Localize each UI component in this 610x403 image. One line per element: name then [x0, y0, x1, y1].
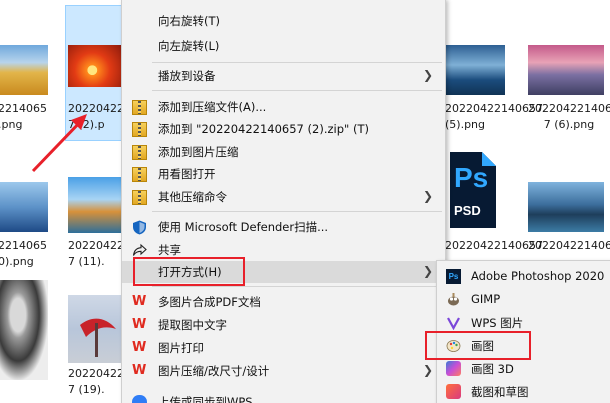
menu-item-add-to-archive[interactable]: 添加到压缩文件(A)... [122, 96, 445, 118]
menu-item-other-compress[interactable]: 其他压缩命令 ❯ [122, 186, 445, 208]
menu-item-rotate-right[interactable]: 向右旋转(T) [122, 10, 445, 32]
chevron-right-icon: ❯ [422, 68, 433, 82]
ps-logo-text: Ps [454, 162, 489, 193]
menu-item-label: 多图片合成PDF文档 [158, 295, 261, 309]
file-thumbnail-sea[interactable] [445, 45, 505, 95]
menu-item-image-compress[interactable]: 添加到图片压缩 [122, 141, 445, 163]
shield-icon [132, 220, 147, 235]
menu-item-add-to-zip[interactable]: 添加到 "20220422140657 (2).zip" (T) [122, 118, 445, 140]
annotation-arrow [31, 114, 87, 173]
file-thumbnail-sunset[interactable] [68, 45, 122, 87]
archive-icon [132, 122, 147, 137]
archive-icon [132, 100, 147, 115]
menu-item-label: 用看图打开 [158, 167, 216, 181]
file-thumbnail-portrait[interactable] [0, 280, 48, 380]
file-name[interactable]: 20220422140657 [445, 238, 543, 254]
archive-icon [132, 145, 147, 160]
menu-item-label: 播放到设备 [158, 69, 216, 83]
menu-item-merge-pdf[interactable]: W 多图片合成PDF文档 [122, 291, 445, 313]
paint-3d-icon [446, 361, 461, 376]
menu-item-extract-text[interactable]: W 提取图中文字 [122, 314, 445, 336]
file-thumbnail-coast[interactable] [528, 45, 604, 95]
menu-item-label: 其他压缩命令 [158, 190, 227, 204]
photoshop-icon: Ps [446, 269, 461, 284]
menu-item-label: 添加到 "20220422140657 (2).zip" (T) [158, 122, 369, 136]
submenu-item-label: GIMP [471, 292, 501, 306]
file-name[interactable]: 202204221406577 (6).png [528, 101, 610, 133]
cloud-icon [132, 395, 147, 403]
submenu-item-photoshop[interactable]: Ps Adobe Photoshop 2020 [437, 265, 610, 288]
gimp-icon [446, 292, 461, 307]
menu-item-label: 添加到图片压缩 [158, 145, 239, 159]
submenu-item-label: WPS 图片 [471, 316, 524, 330]
file-name[interactable]: 2214065 0).png [0, 238, 48, 270]
menu-item-label: 添加到压缩文件(A)... [158, 100, 267, 114]
menu-item-label: 使用 Microsoft Defender扫描... [158, 220, 329, 234]
file-thumbnail-wheat-field[interactable] [0, 45, 48, 95]
annotation-box-open-with [133, 257, 245, 286]
wps-icon: W [132, 340, 147, 355]
annotation-box-paint [425, 331, 531, 360]
wps-icon: W [132, 363, 147, 378]
menu-item-rotate-left[interactable]: 向左旋转(L) [122, 35, 445, 57]
file-name[interactable]: 20220422 7 (19). [68, 366, 124, 398]
wps-icon: W [132, 294, 147, 309]
menu-divider [152, 211, 442, 212]
menu-item-label: 向左旋转(L) [158, 39, 220, 53]
archive-icon [132, 167, 147, 182]
submenu-item-gimp[interactable]: GIMP [437, 288, 610, 311]
file-name[interactable]: 20220422 7 (11). [68, 238, 124, 270]
archive-icon [132, 190, 147, 205]
file-thumbnail-fjord[interactable] [528, 182, 604, 232]
menu-divider [152, 62, 442, 63]
menu-item-resize-image[interactable]: W 图片压缩/改尺寸/设计 ❯ [122, 360, 445, 382]
wps-image-icon [446, 315, 461, 331]
submenu-item-paint-3d[interactable]: 画图 3D [437, 357, 610, 380]
submenu-item-label: 画图 3D [471, 362, 514, 376]
submenu-item-label: 截图和草图 [471, 385, 529, 399]
file-thumbnail-lake[interactable] [68, 177, 122, 233]
photoshop-file-icon[interactable]: Ps PSD [448, 148, 498, 230]
menu-item-label: 共享 [158, 243, 181, 257]
explorer-window: 2214065 .png 20220422 7 (2).p 202204221406… [0, 0, 610, 403]
menu-item-label: 图片打印 [158, 341, 204, 355]
menu-divider [152, 286, 442, 287]
snip-sketch-icon [446, 384, 461, 399]
file-thumbnail-mountains[interactable] [0, 182, 48, 232]
context-menu: 向右旋转(T) 向左旋转(L) 播放到设备 ❯ 添加到压缩文件(A)... 添加… [121, 0, 446, 403]
wps-icon: W [132, 317, 147, 332]
menu-item-label: 图片压缩/改尺寸/设计 [158, 364, 270, 378]
menu-item-defender-scan[interactable]: 使用 Microsoft Defender扫描... [122, 216, 445, 238]
menu-divider [152, 90, 442, 91]
menu-item-label: 提取图中文字 [158, 318, 227, 332]
chevron-right-icon: ❯ [422, 189, 433, 203]
file-name[interactable]: 20220422140657 (5).png [445, 101, 543, 133]
menu-item-label: 上传或同步到WPS [158, 395, 253, 403]
psd-label: PSD [454, 203, 481, 218]
submenu-item-snip-sketch[interactable]: 截图和草图 [437, 380, 610, 403]
chevron-right-icon: ❯ [422, 264, 433, 278]
file-name[interactable]: 20220422140657 [528, 238, 610, 254]
menu-item-cast-to-device[interactable]: 播放到设备 ❯ [122, 65, 445, 87]
submenu-item-label: Adobe Photoshop 2020 [471, 269, 605, 283]
share-icon [132, 243, 147, 258]
menu-item-open-with-viewer[interactable]: 用看图打开 [122, 163, 445, 185]
menu-item-print-image[interactable]: W 图片打印 [122, 337, 445, 359]
menu-item-label: 向右旋转(T) [158, 14, 220, 28]
chevron-right-icon: ❯ [422, 363, 433, 377]
file-thumbnail-red-scarf[interactable] [68, 295, 122, 363]
menu-item-upload-wps[interactable]: 上传或同步到WPS [122, 391, 445, 403]
